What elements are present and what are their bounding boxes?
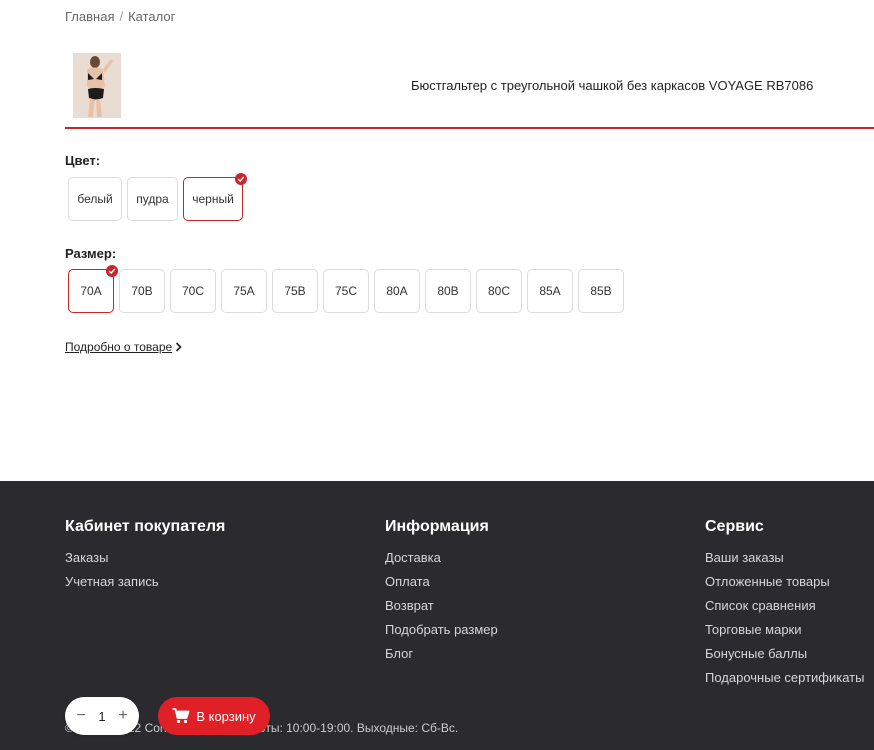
color-option-black[interactable]: черный bbox=[183, 173, 247, 221]
footer-column-service: Сервис Ваши заказы Отложенные товары Спи… bbox=[705, 518, 864, 690]
chevron-right-icon bbox=[176, 342, 182, 352]
size-option-85a[interactable]: 85A bbox=[527, 269, 573, 313]
footer-column-account: Кабинет покупателя Заказы Учетная запись bbox=[65, 518, 225, 594]
footer-link-brands[interactable]: Торговые марки bbox=[705, 618, 864, 642]
color-option-white[interactable]: белый bbox=[68, 177, 122, 221]
product-details-link[interactable]: Подробно о товаре bbox=[65, 340, 182, 354]
color-option-label: пудра bbox=[136, 192, 169, 206]
breadcrumb-home[interactable]: Главная bbox=[65, 9, 114, 24]
quantity-value[interactable]: 1 bbox=[98, 709, 105, 724]
size-option-label: 75A bbox=[233, 284, 255, 298]
size-option-80a[interactable]: 80A bbox=[374, 269, 420, 313]
check-icon bbox=[106, 265, 118, 277]
title-divider bbox=[65, 127, 874, 129]
size-option-75a[interactable]: 75A bbox=[221, 269, 267, 313]
footer-link-saved[interactable]: Отложенные товары bbox=[705, 570, 864, 594]
footer-link-payment[interactable]: Оплата bbox=[385, 570, 498, 594]
footer-link-size-guide[interactable]: Подобрать размер bbox=[385, 618, 498, 642]
size-option-label: 70C bbox=[181, 284, 204, 298]
product-details-label: Подробно о товаре bbox=[65, 340, 173, 354]
product-section: Главная / Каталог Бюстгальтер с треугольно… bbox=[0, 0, 874, 481]
size-option-75c[interactable]: 75C bbox=[323, 269, 369, 313]
breadcrumb-catalog[interactable]: Каталог bbox=[128, 9, 175, 24]
size-option-label: 85B bbox=[590, 284, 612, 298]
color-option-label: черный bbox=[192, 192, 234, 206]
footer-link-gift-cards[interactable]: Подарочные сертификаты bbox=[705, 666, 864, 690]
add-to-cart-label: В корзину bbox=[196, 708, 256, 724]
footer-heading: Сервис bbox=[705, 518, 764, 535]
footer-link-return[interactable]: Возврат bbox=[385, 594, 498, 618]
footer-heading: Информация bbox=[385, 518, 489, 535]
footer-link-your-orders[interactable]: Ваши заказы bbox=[705, 546, 864, 570]
quantity-plus-button[interactable]: + bbox=[115, 707, 131, 725]
quantity-minus-button[interactable]: − bbox=[73, 707, 89, 725]
product-thumbnail[interactable] bbox=[73, 53, 121, 118]
size-option-80c[interactable]: 80C bbox=[476, 269, 522, 313]
color-options: белый пудра черный bbox=[68, 173, 247, 221]
product-photo-icon bbox=[73, 53, 121, 118]
size-option-80b[interactable]: 80B bbox=[425, 269, 471, 313]
size-option-label: 80A bbox=[386, 284, 408, 298]
footer-heading: Кабинет покупателя bbox=[65, 518, 226, 535]
footer-column-info: Информация Доставка Оплата Возврат Подоб… bbox=[385, 518, 498, 666]
breadcrumb: Главная / Каталог bbox=[65, 9, 175, 24]
check-icon bbox=[235, 173, 247, 185]
add-to-cart-button[interactable]: В корзину bbox=[158, 697, 270, 735]
size-option-85b[interactable]: 85B bbox=[578, 269, 624, 313]
size-option-label: 75C bbox=[334, 284, 357, 298]
size-option-75b[interactable]: 75B bbox=[272, 269, 318, 313]
footer-link-bonus[interactable]: Бонусные баллы bbox=[705, 642, 864, 666]
footer: Кабинет покупателя Заказы Учетная запись… bbox=[0, 481, 874, 750]
cart-icon bbox=[172, 708, 190, 724]
footer-link-orders[interactable]: Заказы bbox=[65, 546, 225, 570]
size-option-label: 80C bbox=[487, 284, 510, 298]
size-option-label: 70A bbox=[80, 284, 102, 298]
size-label: Размер: bbox=[65, 246, 117, 261]
size-option-label: 85A bbox=[539, 284, 561, 298]
size-option-label: 70B bbox=[131, 284, 153, 298]
color-option-powder[interactable]: пудра bbox=[127, 177, 178, 221]
footer-link-account[interactable]: Учетная запись bbox=[65, 570, 225, 594]
size-option-70c[interactable]: 70C bbox=[170, 269, 216, 313]
size-option-label: 80B bbox=[437, 284, 459, 298]
footer-link-blog[interactable]: Блог bbox=[385, 642, 498, 666]
footer-link-delivery[interactable]: Доставка bbox=[385, 546, 498, 570]
footer-link-compare[interactable]: Список сравнения bbox=[705, 594, 864, 618]
size-option-70a[interactable]: 70A bbox=[68, 265, 118, 313]
color-label: Цвет: bbox=[65, 153, 101, 168]
size-option-label: 75B bbox=[284, 284, 306, 298]
product-title: Бюстгальтер с треугольной чашкой без кар… bbox=[411, 78, 814, 93]
color-option-label: белый bbox=[77, 192, 113, 206]
quantity-stepper: − 1 + bbox=[65, 697, 139, 735]
breadcrumb-separator: / bbox=[119, 9, 124, 24]
size-option-70b[interactable]: 70B bbox=[119, 269, 165, 313]
size-options: 70A 70B 70C 75A 75B 75C 80A 80B 80C 85A … bbox=[68, 265, 624, 313]
